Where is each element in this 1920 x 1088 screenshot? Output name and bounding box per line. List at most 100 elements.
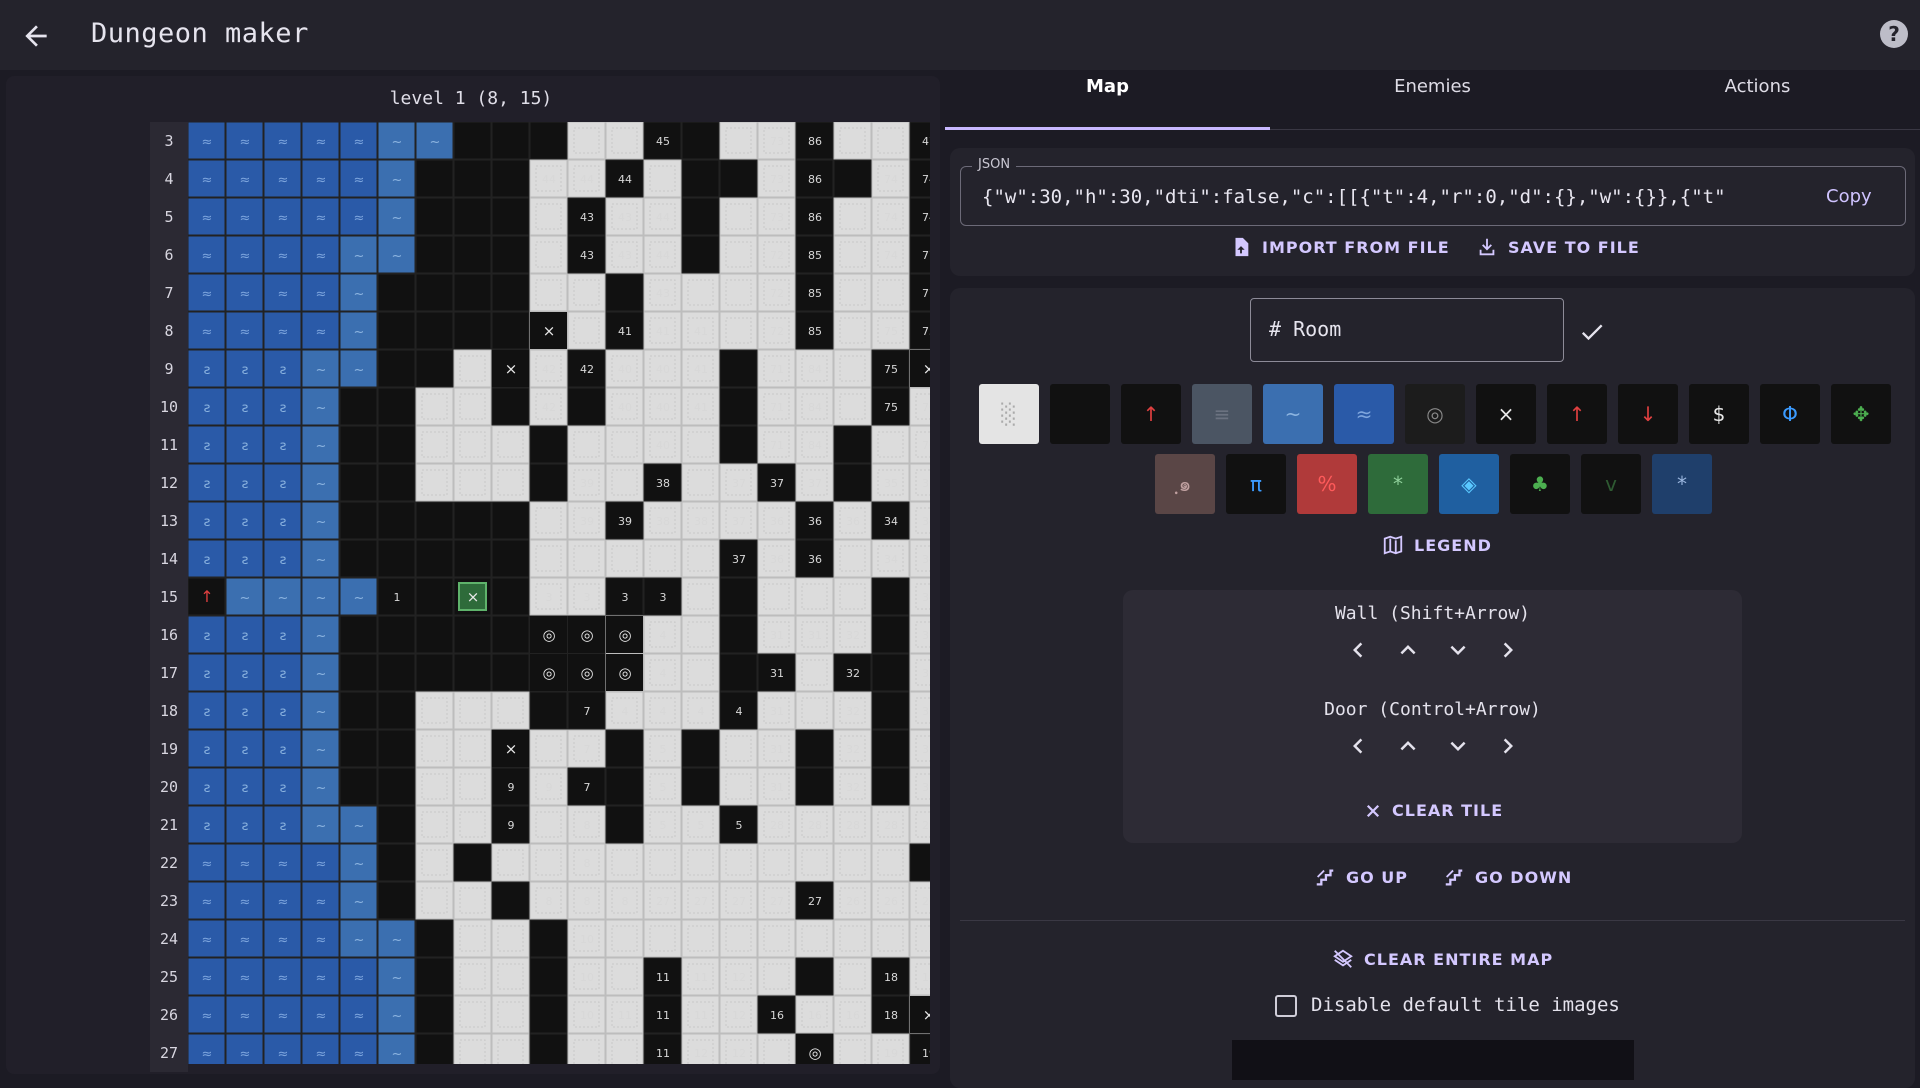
- json-value[interactable]: {"w":30,"h":30,"dti":false,"c":[[{"t":4,…: [982, 186, 1812, 208]
- wall-tile[interactable]: [529, 691, 568, 730]
- wall-tile[interactable]: [491, 311, 530, 350]
- wall-tile[interactable]: [871, 729, 910, 768]
- palette-deep-water-tile[interactable]: ≈: [1334, 384, 1394, 444]
- palette-down-arrow-tile[interactable]: ↓: [1618, 384, 1678, 444]
- wall-tile[interactable]: [339, 691, 378, 730]
- wall-tile[interactable]: [415, 615, 454, 654]
- wall-tile[interactable]: [377, 387, 416, 426]
- wall-tile[interactable]: [415, 235, 454, 274]
- wall-tile[interactable]: [491, 235, 530, 274]
- wall-tile[interactable]: [833, 425, 872, 464]
- wall-tile[interactable]: [377, 691, 416, 730]
- wall-tile[interactable]: [491, 159, 530, 198]
- disable-tile-images-checkbox[interactable]: [1275, 995, 1297, 1017]
- wall-tile[interactable]: [415, 653, 454, 692]
- wall-tile[interactable]: [491, 881, 530, 920]
- palette-bridge-tile[interactable]: ≡: [1192, 384, 1252, 444]
- wall-tile[interactable]: [719, 615, 758, 654]
- wall-tile[interactable]: [491, 577, 530, 616]
- wall-tile[interactable]: [491, 539, 530, 578]
- wall-tile[interactable]: [491, 387, 530, 426]
- wall-tile[interactable]: [681, 235, 720, 274]
- wall-tile[interactable]: [605, 767, 644, 806]
- wall-tile[interactable]: [719, 159, 758, 198]
- palette-grass-tile[interactable]: v: [1581, 454, 1641, 514]
- wall-tile[interactable]: [377, 843, 416, 882]
- door-left-chevron-icon[interactable]: [1343, 731, 1373, 761]
- palette-trap-tile[interactable]: ×: [1476, 384, 1536, 444]
- wall-tile[interactable]: [377, 615, 416, 654]
- wall-tile[interactable]: [415, 919, 454, 958]
- wall-tile[interactable]: [529, 425, 568, 464]
- wall-tile[interactable]: [453, 501, 492, 540]
- palette-floor-tile[interactable]: ░: [979, 384, 1039, 444]
- wall-tile[interactable]: [415, 159, 454, 198]
- palette-treasure-tile[interactable]: $: [1689, 384, 1749, 444]
- palette-shallow-water-tile[interactable]: ~: [1263, 384, 1323, 444]
- wall-tile[interactable]: [415, 349, 454, 388]
- wall-tile[interactable]: [453, 235, 492, 274]
- wall-tile[interactable]: [871, 653, 910, 692]
- copy-button[interactable]: Copy: [1826, 186, 1872, 207]
- door-down-chevron-icon[interactable]: [1443, 731, 1473, 761]
- wall-tile[interactable]: [529, 919, 568, 958]
- wall-up-chevron-icon[interactable]: [1393, 635, 1423, 665]
- wall-tile[interactable]: [453, 843, 492, 882]
- palette-hole-tile[interactable]: ◎: [1405, 384, 1465, 444]
- wall-tile[interactable]: [339, 501, 378, 540]
- wall-tile[interactable]: [453, 311, 492, 350]
- wall-tile[interactable]: [491, 615, 530, 654]
- go-up-button[interactable]: GO UP: [1314, 866, 1408, 888]
- wall-tile[interactable]: [377, 425, 416, 464]
- wall-tile[interactable]: [377, 881, 416, 920]
- wall-tile[interactable]: [719, 577, 758, 616]
- wall-tile[interactable]: [491, 122, 530, 160]
- wall-tile[interactable]: [681, 122, 720, 160]
- wall-tile[interactable]: [377, 349, 416, 388]
- palette-diamond-tile[interactable]: ◈: [1439, 454, 1499, 514]
- legend-button[interactable]: LEGEND: [1382, 534, 1492, 556]
- wall-tile[interactable]: [377, 539, 416, 578]
- wall-tile[interactable]: [415, 197, 454, 236]
- wall-tile[interactable]: [795, 957, 834, 996]
- palette-wall-tile[interactable]: [1050, 384, 1110, 444]
- wall-tile[interactable]: [871, 767, 910, 806]
- wall-tile[interactable]: [415, 1033, 454, 1064]
- palette-portal-tile[interactable]: Φ: [1760, 384, 1820, 444]
- wall-tile[interactable]: [339, 463, 378, 502]
- tab-enemies[interactable]: Enemies: [1270, 76, 1595, 130]
- palette-teleport-tile[interactable]: ✥: [1831, 384, 1891, 444]
- wall-tile[interactable]: [377, 805, 416, 844]
- palette-up-arrow-tile[interactable]: ↑: [1547, 384, 1607, 444]
- wall-tile[interactable]: [415, 501, 454, 540]
- check-icon[interactable]: [1578, 318, 1606, 346]
- wall-tile[interactable]: [529, 1033, 568, 1064]
- wall-tile[interactable]: [415, 311, 454, 350]
- wall-tile[interactable]: [529, 122, 568, 160]
- wall-tile[interactable]: [415, 957, 454, 996]
- door-up-chevron-icon[interactable]: [1393, 731, 1423, 761]
- wall-tile[interactable]: [795, 767, 834, 806]
- wall-tile[interactable]: [567, 387, 606, 426]
- back-arrow-icon[interactable]: [20, 20, 52, 52]
- door-right-chevron-icon[interactable]: [1493, 731, 1523, 761]
- wall-tile[interactable]: [719, 653, 758, 692]
- wall-tile[interactable]: [453, 273, 492, 312]
- wall-tile[interactable]: [681, 159, 720, 198]
- wall-tile[interactable]: [529, 995, 568, 1034]
- wall-tile[interactable]: [909, 843, 930, 882]
- wall-tile[interactable]: [377, 463, 416, 502]
- help-icon[interactable]: ?: [1880, 20, 1908, 48]
- wall-tile[interactable]: [453, 122, 492, 160]
- wall-tile[interactable]: [871, 577, 910, 616]
- wall-tile[interactable]: [339, 425, 378, 464]
- wall-tile[interactable]: [681, 729, 720, 768]
- wall-tile[interactable]: [453, 615, 492, 654]
- wall-tile[interactable]: [529, 957, 568, 996]
- wall-tile[interactable]: [871, 615, 910, 654]
- wall-tile[interactable]: [453, 539, 492, 578]
- palette-spiral-tile[interactable]: ฺ๑: [1155, 454, 1215, 514]
- wall-tile[interactable]: [377, 729, 416, 768]
- wall-tile[interactable]: [719, 425, 758, 464]
- wall-tile[interactable]: [681, 197, 720, 236]
